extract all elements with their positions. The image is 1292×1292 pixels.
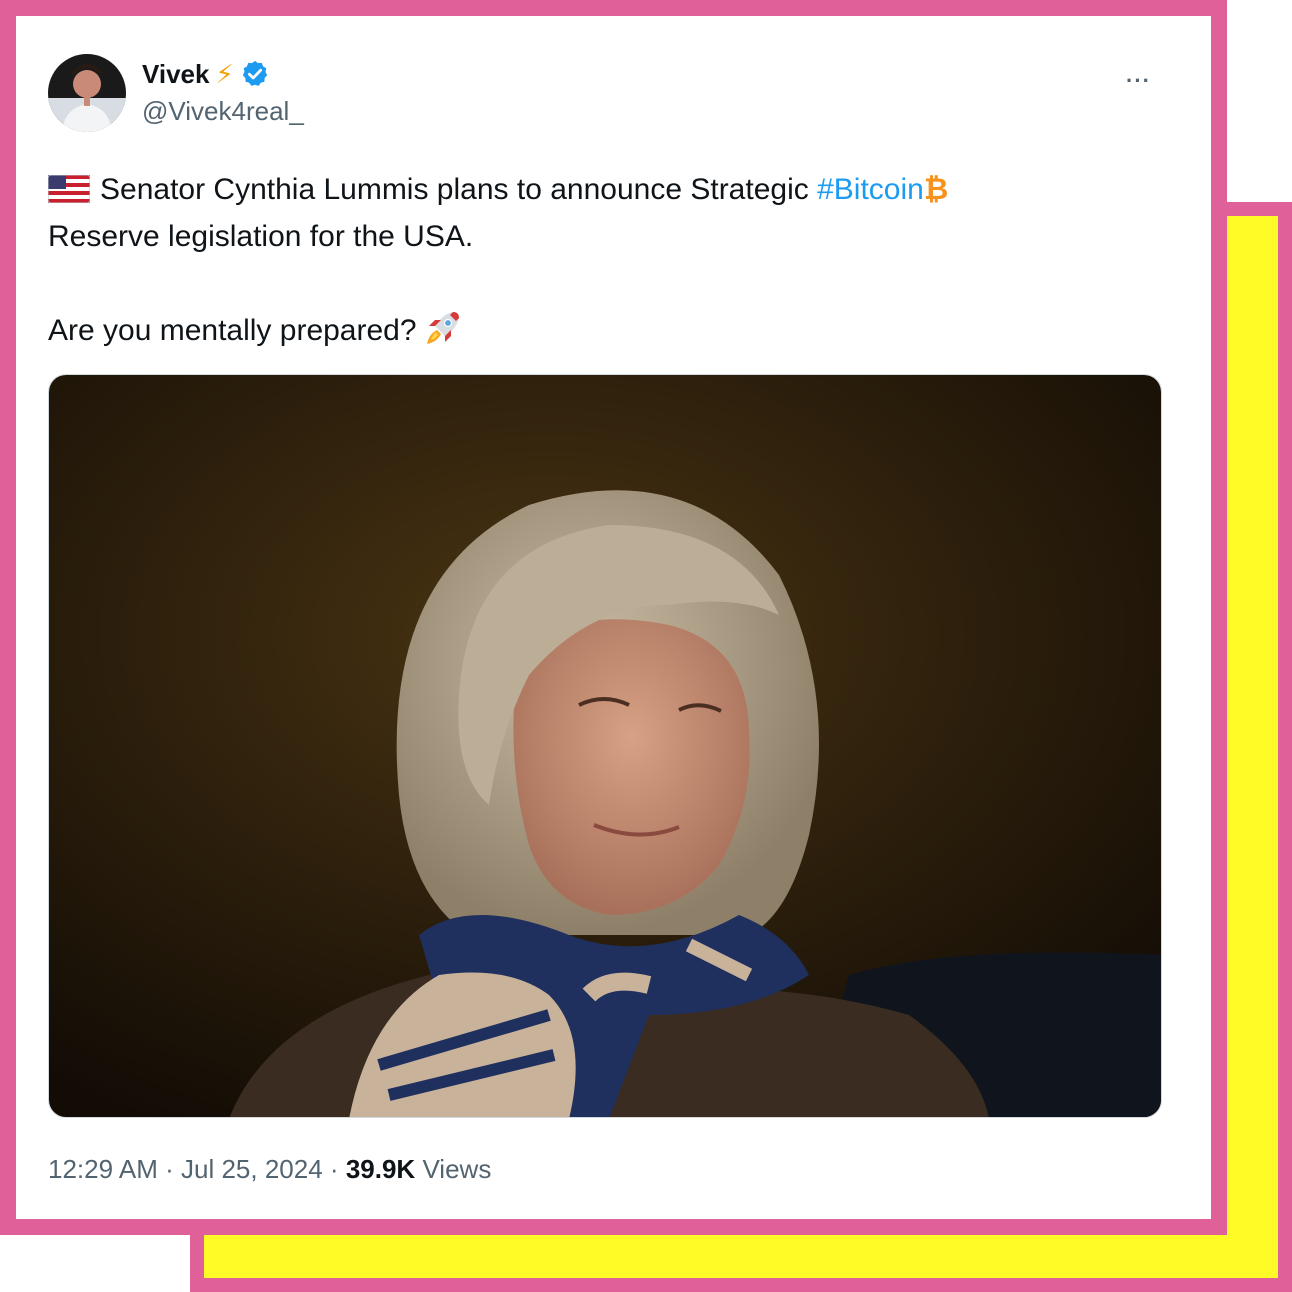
bitcoin-symbol-icon: ₿	[923, 173, 949, 206]
tweet-media-photo[interactable]	[48, 374, 1162, 1118]
author-display-name[interactable]: Vivek	[142, 59, 209, 90]
decorative-front-frame: Vivek ⚡ @Vivek4real_ ··· Senator Cynthia…	[0, 0, 1227, 1235]
tweet-line-3: Are you mentally prepared?	[48, 307, 1168, 354]
avatar-photo-icon	[48, 54, 126, 132]
avatar[interactable]	[48, 54, 126, 132]
lightning-bolt-icon: ⚡	[215, 59, 234, 89]
tweet-time[interactable]: 12:29 AM	[48, 1154, 158, 1184]
tweet-line-1: Senator Cynthia Lummis plans to announce…	[48, 166, 1168, 213]
us-flag-icon	[48, 175, 90, 203]
tweet-question: Are you mentally prepared?	[48, 314, 417, 347]
tweet-meta: 12:29 AM · Jul 25, 2024 · 39.9K Views	[48, 1154, 491, 1185]
views-label: Views	[422, 1154, 492, 1184]
author-handle[interactable]: @Vivek4real_	[142, 96, 304, 127]
views-count: 39.9K	[345, 1154, 416, 1184]
meta-separator: ·	[165, 1154, 174, 1184]
tweet-line-2: Reserve legislation for the USA.	[48, 220, 474, 253]
tweet-text-segment: Senator Cynthia Lummis plans to announce…	[100, 173, 809, 206]
hashtag-bitcoin-link[interactable]: #Bitcoin	[817, 173, 924, 206]
meta-separator: ·	[329, 1154, 339, 1184]
photo-of-woman-with-scarf	[49, 375, 1161, 1117]
more-options-icon[interactable]: ···	[1126, 68, 1166, 93]
tweet-date[interactable]: Jul 25, 2024	[181, 1154, 323, 1184]
verified-badge-icon	[242, 60, 267, 86]
tweet-text: Senator Cynthia Lummis plans to announce…	[48, 166, 1168, 354]
author-name-row: Vivek ⚡	[142, 56, 270, 92]
tweet-card: Vivek ⚡ @Vivek4real_ ··· Senator Cynthia…	[16, 16, 1211, 1219]
rocket-icon	[426, 312, 459, 344]
